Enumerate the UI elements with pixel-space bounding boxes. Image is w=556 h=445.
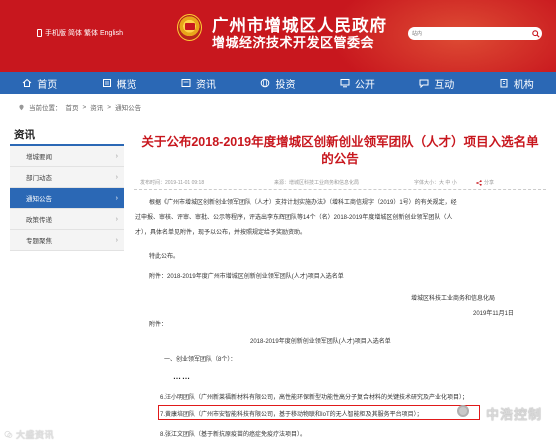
globe-icon	[261, 78, 270, 88]
breadcrumb: 当前位置： 首页 > 资讯 > 通知公告	[0, 94, 556, 120]
national-emblem-icon	[177, 14, 202, 41]
list-title: 2018-2019年度创新创业领军团队(人才)项目入选名单	[250, 339, 391, 345]
breadcrumb-sep: >	[107, 103, 112, 111]
chevron-right-icon: ›	[115, 215, 118, 223]
sidebar-item-topic[interactable]: 专题聚焦 ›	[10, 230, 124, 251]
sidebar-item-label: 通知公告	[26, 196, 52, 203]
body-para-3: 才），具体名单见附件，现予以公布，并按照规定给予奖励资助。	[135, 230, 307, 236]
search-input[interactable]	[432, 27, 529, 40]
chevron-right-icon: ›	[115, 194, 118, 202]
signature-date: 2019年11月1日	[473, 311, 514, 317]
publish-date: 发布时间：2019-11-01 09:18	[140, 180, 205, 186]
share-icon	[476, 179, 482, 186]
watermark-right: 中浩控制	[486, 407, 543, 422]
sidebar-item-label: 增城要闻	[26, 154, 52, 161]
screen-icon	[340, 79, 350, 88]
chevron-right-icon: ›	[115, 173, 118, 181]
search-box: 站内	[408, 27, 542, 40]
sidebar-heading: 资讯	[10, 124, 124, 146]
book-icon	[102, 79, 111, 87]
phone-icon	[37, 29, 42, 37]
nav-label: 投资	[275, 79, 296, 91]
sidebar: 资讯 增城要闻 › 部门动态 › 通知公告 › 政策传递 › 专题聚焦 ›	[10, 124, 124, 251]
list-item-8: 8.张江文团队（基于新抗原疫苗的癌症免疫疗法项目）。	[160, 432, 307, 438]
news-icon	[181, 79, 191, 87]
nav-label: 概览	[116, 79, 137, 91]
sidebar-item-notice[interactable]: 通知公告 ›	[10, 188, 124, 209]
chevron-right-icon: ›	[115, 152, 118, 160]
site-subtitle: 增城经济技术开发区管委会	[212, 35, 375, 50]
breadcrumb-prefix: 当前位置：	[29, 105, 62, 112]
main-nav: 首页 概览 资讯 投资 公开 互动 机构	[0, 72, 556, 94]
ellipsis: ……	[173, 372, 191, 381]
nav-item-org[interactable]: 机构	[477, 72, 556, 94]
share-label: 分享	[484, 180, 495, 186]
sidebar-item-news[interactable]: 增城要闻 ›	[10, 146, 124, 167]
signature: 增城区科技工业商务和信息化局	[411, 296, 496, 302]
sidebar-item-policy[interactable]: 政策传递 ›	[10, 209, 124, 230]
nav-label: 资讯	[196, 79, 217, 91]
article-title: 关于公布2018-2019年度增城区创新创业领军团队（人才）项目入选名单的公告	[141, 135, 539, 166]
share-button[interactable]: 分享	[476, 179, 494, 186]
nav-item-news[interactable]: 资讯	[159, 72, 238, 94]
mobile-version-link[interactable]: 手机版	[45, 28, 66, 38]
nav-label: 首页	[37, 79, 58, 91]
nav-item-interact[interactable]: 互动	[397, 72, 476, 94]
search-button[interactable]	[529, 27, 542, 40]
location-icon	[19, 104, 24, 110]
nav-item-public[interactable]: 公开	[318, 72, 397, 94]
list-section: 一、创业领军团队（8个）：	[164, 357, 237, 363]
article-meta: 发布时间：2019-11-01 09:18 来源：增城区科技工业商务和信息化局 …	[134, 176, 546, 190]
search-icon	[531, 29, 540, 38]
sidebar-item-dept[interactable]: 部门动态 ›	[10, 167, 124, 188]
nav-label: 机构	[513, 79, 534, 91]
article-main: 关于公布2018-2019年度增城区创新创业领军团队（人才）项目入选名单的公告 …	[134, 124, 546, 190]
list-item-7: 7.黄康培团队（广州市安智能科技有限公司，基于移动物联和IoT的无人智能柜及其服…	[160, 412, 423, 418]
simplified-link[interactable]: 简体	[68, 28, 82, 38]
utility-links: 手机版 简体 繁体 English	[37, 28, 123, 38]
sidebar-item-label: 政策传递	[26, 217, 52, 224]
building-icon	[500, 79, 508, 88]
watermark-logo-icon	[457, 405, 469, 417]
nav-item-invest[interactable]: 投资	[238, 72, 317, 94]
home-icon	[22, 78, 32, 87]
nav-label: 公开	[354, 79, 375, 91]
list-item-6: 6.汪小明团队（广州新莱福新材料有限公司，高性能环保新型功能性高分子复合材料的关…	[160, 395, 469, 401]
chat-icon	[419, 79, 429, 88]
font-size-control[interactable]: 字体大小：大 中 小	[414, 179, 476, 186]
body-para-2: 过申报、审核、评审、审批、公示等程序，评选出李东辉团队等14个（名）2018-2…	[135, 215, 453, 221]
body-para-4: 特此公布。	[149, 254, 180, 260]
attachment-link[interactable]: 附件：2018-2019年度广州市增城区创新创业领军团队(人才)项目入选名单	[149, 271, 344, 280]
sidebar-item-label: 专题聚焦	[26, 238, 52, 245]
breadcrumb-current[interactable]: 通知公告	[115, 102, 141, 112]
search-scope-label[interactable]: 站内	[412, 30, 432, 37]
attachment-label: 附件：	[149, 322, 168, 328]
nav-item-home[interactable]: 首页	[0, 72, 79, 94]
site-header: 手机版 简体 繁体 English 广州市增城区人民政府 增城经济技术开发区管委…	[0, 0, 556, 72]
watermark-left: 大盛资讯	[4, 428, 54, 441]
breadcrumb-sep: >	[82, 103, 87, 111]
chevron-right-icon: ›	[115, 236, 118, 244]
english-link[interactable]: English	[100, 30, 123, 37]
breadcrumb-home[interactable]: 首页	[66, 102, 79, 112]
article-source: 来源：增城区科技工业商务和信息化局	[274, 180, 360, 186]
traditional-link[interactable]: 繁体	[84, 28, 98, 38]
watermark-left-text: 大盛资讯	[16, 430, 55, 440]
watermark-wechat-icon	[4, 430, 13, 438]
body-para-1: 根据《广州市增城区创新创业领军团队（人才）支持计划实施办法》（增科工商信规字（2…	[149, 200, 457, 206]
nav-label: 互动	[434, 79, 455, 91]
breadcrumb-news[interactable]: 资讯	[90, 102, 103, 112]
sidebar-item-label: 部门动态	[26, 175, 52, 182]
nav-item-overview[interactable]: 概览	[79, 72, 158, 94]
